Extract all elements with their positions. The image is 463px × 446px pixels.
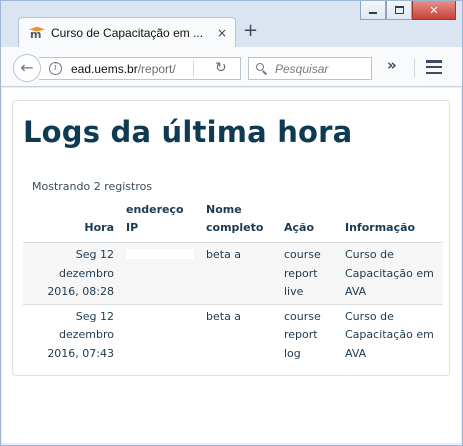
cell-ip xyxy=(120,304,200,365)
maximize-icon xyxy=(394,6,404,14)
window-controls: ✕ xyxy=(360,1,456,23)
minimize-icon xyxy=(369,11,377,14)
report-card: Logs da última hora Mostrando 2 registro… xyxy=(12,100,450,376)
reload-icon[interactable]: ↻ xyxy=(215,61,227,75)
browser-tab[interactable]: m Curso de Capacitação em ... × xyxy=(18,17,236,48)
table-row: Seg 12 dezembro 2016, 08:28 beta a cours… xyxy=(23,242,443,305)
header-info[interactable]: Informação xyxy=(339,197,443,243)
address-bar[interactable]: i ead.uems.br/report/ xyxy=(39,57,241,80)
cell-info: Curso de Capacitação em AVA xyxy=(345,309,434,360)
search-placeholder: Pesquisar xyxy=(275,61,329,76)
close-icon: ✕ xyxy=(429,3,439,17)
site-info-icon[interactable]: i xyxy=(49,62,62,75)
moodle-favicon-icon: m xyxy=(29,26,45,40)
navigation-toolbar: i ead.uems.br/report/ ← ↻ Pesquisar » xyxy=(1,47,462,87)
back-arrow-icon: ← xyxy=(20,58,34,77)
minimize-button[interactable] xyxy=(360,1,386,20)
url-path: /report/ xyxy=(137,61,176,76)
new-tab-button[interactable]: + xyxy=(243,22,258,40)
header-time[interactable]: Hora xyxy=(23,197,120,243)
close-window-button[interactable]: ✕ xyxy=(412,1,456,20)
url-text[interactable]: ead.uems.br/report/ xyxy=(71,62,191,76)
cell-time: Seg 12 dezembro 2016, 08:28 xyxy=(47,248,114,298)
header-action[interactable]: Ação xyxy=(278,197,339,243)
url-host: ead.uems.br xyxy=(71,61,138,76)
cell-fullname[interactable]: beta a xyxy=(200,304,278,365)
hamburger-menu-icon[interactable] xyxy=(426,60,442,74)
back-button[interactable]: ← xyxy=(13,54,41,82)
ip-redacted xyxy=(126,249,194,259)
browser-window: ✕ m Curso de Capacitação em ... × + i ea… xyxy=(0,0,463,446)
cell-action[interactable]: course report live xyxy=(278,243,339,305)
cell-info: Curso de Capacitação em AVA xyxy=(345,248,434,298)
search-icon xyxy=(256,63,268,75)
toolbar-divider xyxy=(414,59,415,77)
cell-ip xyxy=(120,243,200,305)
logs-table: Hora endereço IP Nome completo Ação Info… xyxy=(23,197,443,365)
cell-action[interactable]: course report log xyxy=(278,304,339,365)
url-separator xyxy=(193,60,194,77)
table-row: Seg 12 dezembro 2016, 07:43 beta a cours… xyxy=(23,304,443,365)
tab-close-icon[interactable]: × xyxy=(217,27,227,39)
overflow-chevron-icon[interactable]: » xyxy=(387,58,397,73)
tab-title: Curso de Capacitação em ... xyxy=(51,26,204,40)
header-ip[interactable]: endereço IP xyxy=(120,197,200,243)
maximize-button[interactable] xyxy=(386,1,412,20)
cell-fullname[interactable]: beta a xyxy=(200,243,278,305)
page-title: Logs da última hora xyxy=(23,115,353,149)
page-viewport: Logs da última hora Mostrando 2 registro… xyxy=(2,88,461,443)
search-box[interactable]: Pesquisar xyxy=(248,57,372,80)
table-header-row: Hora endereço IP Nome completo Ação Info… xyxy=(23,197,443,243)
cell-time: Seg 12 dezembro 2016, 07:43 xyxy=(47,309,114,360)
record-count: Mostrando 2 registros xyxy=(32,180,153,193)
header-fullname[interactable]: Nome completo xyxy=(200,197,278,243)
title-bar: ✕ m Curso de Capacitação em ... × + xyxy=(1,1,462,48)
